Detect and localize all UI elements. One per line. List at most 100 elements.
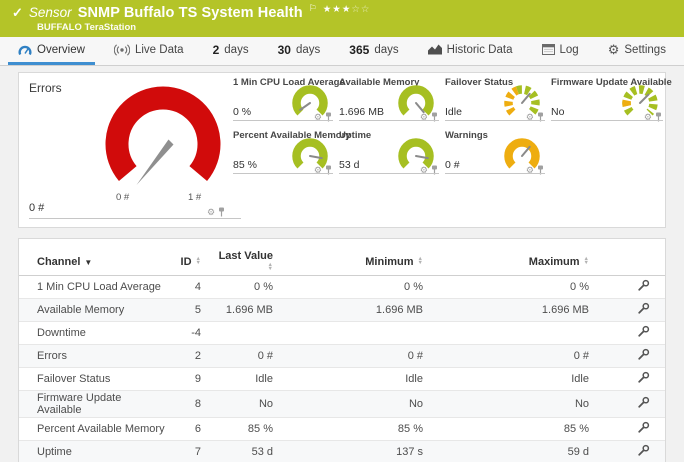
- mini-gauge-percent-available-memory: Percent Available Memory 85 % ⚙: [233, 130, 351, 180]
- divider: [29, 218, 241, 219]
- col-header-minimum[interactable]: Minimum ▲ ▼: [293, 249, 443, 276]
- cell-actions: [605, 275, 665, 299]
- cell-channel[interactable]: Downtime: [19, 321, 169, 345]
- cell-actions: [605, 298, 665, 322]
- cell-maximum: 1.696 MB: [443, 298, 605, 322]
- mini-gauge-value: 53 d: [339, 159, 360, 171]
- cell-minimum: Idle: [293, 367, 443, 391]
- table-row-uptime: Uptime 7 53 d 137 s 59 d: [19, 440, 665, 462]
- cell-maximum: 59 d: [443, 440, 605, 462]
- gear-icon: ⚙: [607, 42, 620, 57]
- cell-channel[interactable]: Available Memory: [19, 298, 169, 322]
- tab-label: Settings: [624, 43, 666, 56]
- cell-last-value: 1.696 MB: [213, 298, 293, 322]
- mini-gauge-value: No: [551, 106, 565, 118]
- cell-channel[interactable]: Errors: [19, 344, 169, 368]
- edit-channel-icon[interactable]: [637, 421, 650, 434]
- cell-maximum: [443, 321, 605, 345]
- pin-icon[interactable]: [218, 207, 225, 217]
- tab-2-days[interactable]: 2 days: [203, 37, 259, 65]
- edit-channel-icon[interactable]: [637, 444, 650, 457]
- edit-channel-icon[interactable]: [637, 348, 650, 361]
- device-name-link[interactable]: BUFFALO TeraStation: [37, 22, 136, 33]
- edit-channel-icon[interactable]: [637, 371, 650, 384]
- tab-365-days[interactable]: 365 days: [339, 37, 408, 65]
- col-header-last-value[interactable]: Last Value ▲ ▼: [213, 249, 293, 276]
- cell-channel[interactable]: 1 Min CPU Load Average: [19, 275, 169, 299]
- cell-id: 7: [169, 440, 213, 462]
- tab-live-data[interactable]: Live Data: [104, 37, 194, 65]
- cell-last-value: No: [213, 390, 293, 418]
- tab-label: days: [374, 43, 399, 56]
- cell-last-value: 85 %: [213, 417, 293, 441]
- tab-30-days[interactable]: 30 days: [268, 37, 331, 65]
- cell-minimum: [293, 321, 443, 345]
- cell-channel[interactable]: Uptime: [19, 440, 169, 462]
- cell-minimum: 85 %: [293, 417, 443, 441]
- mini-gauge-value: Idle: [445, 106, 462, 118]
- errors-gauge[interactable]: [93, 84, 233, 207]
- mini-gauge-1-min-cpu-load-average: 1 Min CPU Load Average 0 % ⚙: [233, 77, 345, 127]
- cell-channel[interactable]: Firmware Update Available: [19, 390, 169, 418]
- edit-channel-icon[interactable]: [637, 302, 650, 315]
- cell-actions: [605, 390, 665, 418]
- col-header-maximum[interactable]: Maximum ▲ ▼: [443, 249, 605, 276]
- cell-channel[interactable]: Failover Status: [19, 367, 169, 391]
- col-header-actions: [605, 249, 665, 276]
- divider: [233, 120, 333, 121]
- caret-down-icon: ▼: [84, 258, 93, 267]
- channels-table: Channel ▼ ID ▲ ▼ Last Value ▲ ▼ Minimum ▲ ▼ Max…: [19, 249, 665, 462]
- cell-actions: [605, 344, 665, 368]
- cell-maximum: Idle: [443, 367, 605, 391]
- tab-label: Live Data: [134, 43, 184, 56]
- tab-log[interactable]: Log: [532, 37, 589, 65]
- mini-gauge-warnings: Warnings 0 # ⚙: [445, 130, 545, 180]
- page-title: SNMP Buffalo TS System Health: [77, 4, 303, 21]
- mini-gauge-available-memory: Available Memory 1.696 MB ⚙: [339, 77, 439, 127]
- table-row-1-min-cpu-load-average: 1 Min CPU Load Average 4 0 % 0 % 0 %: [19, 275, 665, 299]
- gauge-scale-min: 0 #: [116, 192, 130, 203]
- divider: [339, 120, 439, 121]
- cell-last-value: 0 %: [213, 275, 293, 299]
- table-header-row: Channel ▼ ID ▲ ▼ Last Value ▲ ▼ Minimum ▲ ▼ Max…: [19, 249, 665, 276]
- cell-maximum: 85 %: [443, 417, 605, 441]
- cell-actions: [605, 321, 665, 345]
- edit-channel-icon[interactable]: [637, 325, 650, 338]
- log-icon: [541, 44, 555, 55]
- status-ok-icon: ✓: [12, 4, 23, 20]
- gear-icon[interactable]: ⚙: [207, 207, 215, 217]
- sensor-header: ✓ Sensor SNMP Buffalo TS System Health ⚐…: [0, 0, 684, 37]
- stars-filled: ★★★: [322, 4, 352, 15]
- sort-icon: ▲ ▼: [267, 261, 273, 272]
- tab-number: 2: [212, 42, 220, 57]
- tab-label: Log: [559, 43, 579, 56]
- priority-stars[interactable]: ★★★☆☆: [323, 4, 371, 15]
- tab-number: 30: [277, 42, 291, 57]
- cell-id: -4: [169, 321, 213, 345]
- col-header-channel[interactable]: Channel ▼: [19, 249, 169, 276]
- tab-overview[interactable]: Overview: [8, 37, 95, 65]
- mini-gauge-value: 1.696 MB: [339, 106, 384, 118]
- divider: [551, 120, 663, 121]
- flag-icon[interactable]: ⚐: [309, 3, 317, 14]
- col-header-id[interactable]: ID ▲ ▼: [169, 249, 213, 276]
- table-row-available-memory: Available Memory 5 1.696 MB 1.696 MB 1.696 M…: [19, 298, 665, 322]
- tab-historic-data[interactable]: Historic Data: [418, 37, 523, 65]
- cell-maximum: 0 #: [443, 344, 605, 368]
- edit-channel-icon[interactable]: [637, 396, 650, 409]
- tab-settings[interactable]: ⚙ Settings: [598, 37, 676, 65]
- cell-id: 8: [169, 390, 213, 418]
- table-row-errors: Errors 2 0 #0 #0 #: [19, 344, 665, 368]
- cell-id: 9: [169, 367, 213, 391]
- mini-gauge-value: 0 %: [233, 106, 252, 118]
- edit-channel-icon[interactable]: [637, 279, 650, 292]
- tab-label: days: [295, 43, 321, 56]
- cell-channel[interactable]: Percent Available Memory: [19, 417, 169, 441]
- mini-gauge-uptime: Uptime 53 d ⚙: [339, 130, 439, 180]
- mini-gauge-failover-status: Failover Status Idle ⚙: [445, 77, 545, 127]
- cell-last-value: Idle: [213, 367, 293, 391]
- cell-maximum: 0 %: [443, 275, 605, 299]
- cell-minimum: 0 #: [293, 344, 443, 368]
- table-row-percent-available-memory: Percent Available Memory 6 85 % 85 % 85 %: [19, 417, 665, 441]
- prtg-sensor-page: ✓ Sensor SNMP Buffalo TS System Health ⚐…: [0, 0, 684, 462]
